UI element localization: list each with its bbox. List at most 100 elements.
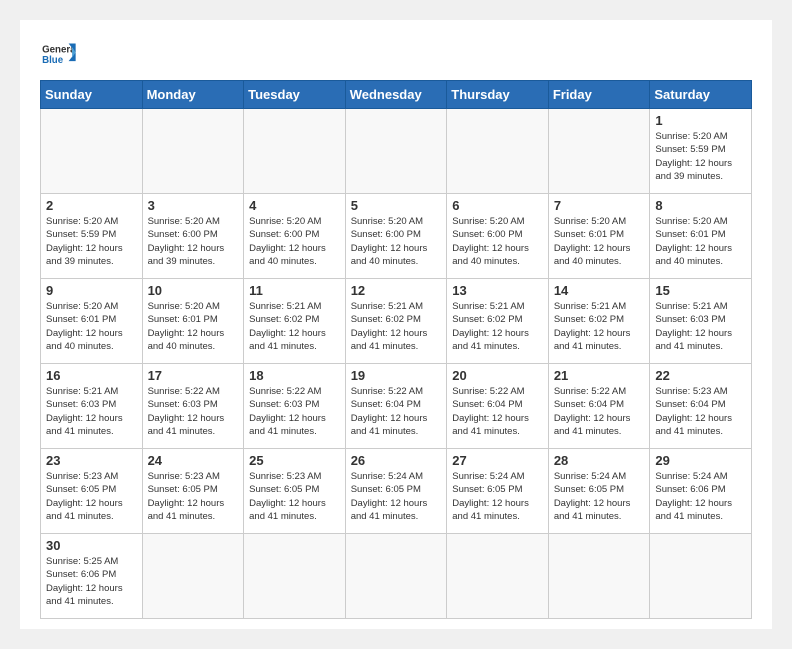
day-info: Sunrise: 5:21 AMSunset: 6:02 PMDaylight:… xyxy=(351,300,442,353)
week-row-2: 2 Sunrise: 5:20 AMSunset: 5:59 PMDaylight… xyxy=(41,194,752,279)
day-number: 18 xyxy=(249,368,340,383)
day-number: 22 xyxy=(655,368,746,383)
day-info: Sunrise: 5:20 AMSunset: 6:00 PMDaylight:… xyxy=(452,215,543,268)
day-info: Sunrise: 5:21 AMSunset: 6:03 PMDaylight:… xyxy=(655,300,746,353)
calendar-cell xyxy=(244,109,346,194)
calendar-cell: 23 Sunrise: 5:23 AMSunset: 6:05 PMDayligh… xyxy=(41,449,143,534)
calendar-cell xyxy=(41,109,143,194)
calendar-cell: 21 Sunrise: 5:22 AMSunset: 6:04 PMDayligh… xyxy=(548,364,650,449)
weekday-header-saturday: Saturday xyxy=(650,81,752,109)
day-number: 12 xyxy=(351,283,442,298)
calendar-cell: 28 Sunrise: 5:24 AMSunset: 6:05 PMDayligh… xyxy=(548,449,650,534)
weekday-header-monday: Monday xyxy=(142,81,244,109)
day-number: 26 xyxy=(351,453,442,468)
calendar-cell: 19 Sunrise: 5:22 AMSunset: 6:04 PMDayligh… xyxy=(345,364,447,449)
calendar-cell: 4Sunrise: 5:20 AMSunset: 6:00 PMDaylight… xyxy=(244,194,346,279)
day-number: 2 xyxy=(46,198,137,213)
day-number: 13 xyxy=(452,283,543,298)
day-info: Sunrise: 5:21 AMSunset: 6:02 PMDaylight:… xyxy=(452,300,543,353)
day-number: 19 xyxy=(351,368,442,383)
day-info: Sunrise: 5:24 AMSunset: 6:05 PMDaylight:… xyxy=(351,470,442,523)
day-number: 10 xyxy=(148,283,239,298)
calendar-cell xyxy=(650,534,752,619)
calendar-cell: 25 Sunrise: 5:23 AMSunset: 6:05 PMDayligh… xyxy=(244,449,346,534)
calendar-cell: 30 Sunrise: 5:25 AMSunset: 6:06 PMDayligh… xyxy=(41,534,143,619)
day-number: 30 xyxy=(46,538,137,553)
day-info: Sunrise: 5:25 AMSunset: 6:06 PMDaylight:… xyxy=(46,555,137,608)
day-number: 25 xyxy=(249,453,340,468)
day-info: Sunrise: 5:23 AMSunset: 6:05 PMDaylight:… xyxy=(249,470,340,523)
calendar-cell: 3Sunrise: 5:20 AMSunset: 6:00 PMDaylight… xyxy=(142,194,244,279)
svg-text:Blue: Blue xyxy=(42,55,64,66)
day-number: 11 xyxy=(249,283,340,298)
day-info: Sunrise: 5:20 AMSunset: 5:59 PMDaylight:… xyxy=(46,215,137,268)
header: General Blue xyxy=(40,40,752,70)
logo: General Blue xyxy=(40,40,76,70)
weekday-header-row: SundayMondayTuesdayWednesdayThursdayFrid… xyxy=(41,81,752,109)
week-row-4: 16Sunrise: 5:21 AMSunset: 6:03 PMDayligh… xyxy=(41,364,752,449)
calendar-cell xyxy=(345,534,447,619)
day-info: Sunrise: 5:24 AMSunset: 6:05 PMDaylight:… xyxy=(554,470,645,523)
day-number: 21 xyxy=(554,368,645,383)
calendar-cell: 13 Sunrise: 5:21 AMSunset: 6:02 PMDayligh… xyxy=(447,279,549,364)
calendar-cell xyxy=(142,534,244,619)
calendar-cell: 22 Sunrise: 5:23 AMSunset: 6:04 PMDayligh… xyxy=(650,364,752,449)
calendar-cell: 12 Sunrise: 5:21 AMSunset: 6:02 PMDayligh… xyxy=(345,279,447,364)
day-info: Sunrise: 5:20 AMSunset: 6:01 PMDaylight:… xyxy=(554,215,645,268)
day-number: 29 xyxy=(655,453,746,468)
calendar-cell xyxy=(548,534,650,619)
weekday-header-tuesday: Tuesday xyxy=(244,81,346,109)
day-info: Sunrise: 5:20 AMSunset: 6:00 PMDaylight:… xyxy=(351,215,442,268)
week-row-6: 30 Sunrise: 5:25 AMSunset: 6:06 PMDayligh… xyxy=(41,534,752,619)
calendar-cell: 9Sunrise: 5:20 AMSunset: 6:01 PMDaylight… xyxy=(41,279,143,364)
calendar-cell xyxy=(244,534,346,619)
day-info: Sunrise: 5:22 AMSunset: 6:04 PMDaylight:… xyxy=(554,385,645,438)
logo-icon: General Blue xyxy=(40,40,76,70)
day-info: Sunrise: 5:21 AMSunset: 6:02 PMDaylight:… xyxy=(249,300,340,353)
day-number: 16 xyxy=(46,368,137,383)
day-info: Sunrise: 5:22 AMSunset: 6:03 PMDaylight:… xyxy=(249,385,340,438)
calendar-cell: 16Sunrise: 5:21 AMSunset: 6:03 PMDayligh… xyxy=(41,364,143,449)
day-info: Sunrise: 5:22 AMSunset: 6:03 PMDaylight:… xyxy=(148,385,239,438)
day-number: 7 xyxy=(554,198,645,213)
day-number: 6 xyxy=(452,198,543,213)
calendar-page: General Blue SundayMondayTuesdayWednesda… xyxy=(20,20,772,629)
weekday-header-friday: Friday xyxy=(548,81,650,109)
day-number: 9 xyxy=(46,283,137,298)
day-number: 23 xyxy=(46,453,137,468)
calendar-cell: 14Sunrise: 5:21 AMSunset: 6:02 PMDayligh… xyxy=(548,279,650,364)
calendar-cell: 29Sunrise: 5:24 AMSunset: 6:06 PMDayligh… xyxy=(650,449,752,534)
day-info: Sunrise: 5:20 AMSunset: 6:01 PMDaylight:… xyxy=(655,215,746,268)
day-info: Sunrise: 5:23 AMSunset: 6:05 PMDaylight:… xyxy=(46,470,137,523)
calendar-cell: 20Sunrise: 5:22 AMSunset: 6:04 PMDayligh… xyxy=(447,364,549,449)
calendar-cell xyxy=(447,109,549,194)
calendar-cell xyxy=(142,109,244,194)
day-info: Sunrise: 5:23 AMSunset: 6:04 PMDaylight:… xyxy=(655,385,746,438)
calendar-cell: 6 Sunrise: 5:20 AMSunset: 6:00 PMDaylight… xyxy=(447,194,549,279)
day-number: 24 xyxy=(148,453,239,468)
weekday-header-sunday: Sunday xyxy=(41,81,143,109)
day-number: 28 xyxy=(554,453,645,468)
weekday-header-thursday: Thursday xyxy=(447,81,549,109)
calendar-cell: 2 Sunrise: 5:20 AMSunset: 5:59 PMDaylight… xyxy=(41,194,143,279)
calendar-cell: 11 Sunrise: 5:21 AMSunset: 6:02 PMDayligh… xyxy=(244,279,346,364)
day-info: Sunrise: 5:20 AMSunset: 5:59 PMDaylight:… xyxy=(655,130,746,183)
calendar-cell xyxy=(345,109,447,194)
day-info: Sunrise: 5:20 AMSunset: 6:01 PMDaylight:… xyxy=(148,300,239,353)
day-number: 27 xyxy=(452,453,543,468)
day-number: 4 xyxy=(249,198,340,213)
calendar-cell: 15Sunrise: 5:21 AMSunset: 6:03 PMDayligh… xyxy=(650,279,752,364)
week-row-1: 1Sunrise: 5:20 AMSunset: 5:59 PMDaylight… xyxy=(41,109,752,194)
day-info: Sunrise: 5:22 AMSunset: 6:04 PMDaylight:… xyxy=(452,385,543,438)
calendar-cell: 26 Sunrise: 5:24 AMSunset: 6:05 PMDayligh… xyxy=(345,449,447,534)
calendar-cell: 27Sunrise: 5:24 AMSunset: 6:05 PMDayligh… xyxy=(447,449,549,534)
calendar-cell: 17 Sunrise: 5:22 AMSunset: 6:03 PMDayligh… xyxy=(142,364,244,449)
day-number: 17 xyxy=(148,368,239,383)
day-info: Sunrise: 5:20 AMSunset: 6:00 PMDaylight:… xyxy=(148,215,239,268)
calendar-table: SundayMondayTuesdayWednesdayThursdayFrid… xyxy=(40,80,752,619)
week-row-5: 23 Sunrise: 5:23 AMSunset: 6:05 PMDayligh… xyxy=(41,449,752,534)
week-row-3: 9 Sunrise: 5:20 AMSunset: 6:01 PMDaylight… xyxy=(41,279,752,364)
calendar-cell: 24Sunrise: 5:23 AMSunset: 6:05 PMDayligh… xyxy=(142,449,244,534)
day-number: 14 xyxy=(554,283,645,298)
day-info: Sunrise: 5:22 AMSunset: 6:04 PMDaylight:… xyxy=(351,385,442,438)
